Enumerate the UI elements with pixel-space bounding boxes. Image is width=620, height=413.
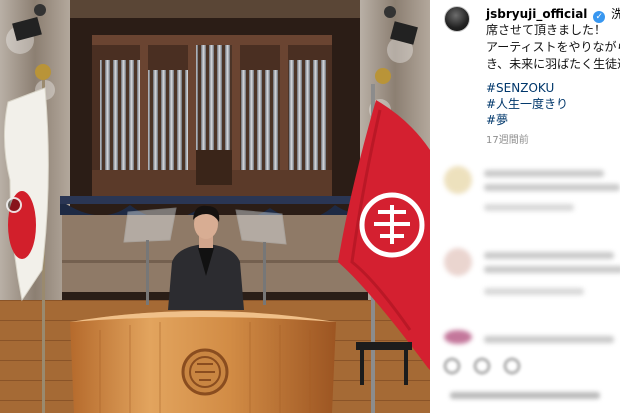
concert-hall-scene [0,0,430,413]
caption-line: き、未来に羽ばたく生徒達 [486,57,620,71]
hashtag-link[interactable]: #人生一度きり [486,96,568,112]
post-header: jsbryuji_official ✓ 洗足学園 [486,6,620,23]
likes-summary [450,392,600,399]
avatar [444,248,472,276]
username-link[interactable]: jsbryuji_official [486,7,587,21]
action-bar [444,358,620,378]
post-timestamp: 17週間前 [486,135,529,146]
comment-item [444,330,620,350]
caption-text: 席させて頂きました！ アーティストをやりながら き、未来に羽ばたく生徒達 [486,22,620,73]
hashtag-link[interactable]: #SENZOKU [486,80,568,96]
caption-line: 席させて頂きました！ [486,23,607,37]
comment-item [444,166,620,222]
avatar[interactable] [444,6,470,32]
avatar [444,330,472,344]
post-sidebar: jsbryuji_official ✓ 洗足学園 席させて頂きました！ アーティ… [430,0,620,413]
header-caption-start: 洗足学園 [611,7,620,21]
post-photo[interactable] [0,0,430,413]
hashtag-list: #SENZOKU #人生一度きり #夢 [486,80,568,128]
avatar [444,166,472,194]
comment-item [444,248,620,308]
hashtag-link[interactable]: #夢 [486,112,568,128]
caption-line: アーティストをやりながら [486,40,620,54]
share-icon[interactable] [504,358,520,374]
comment-icon[interactable] [474,358,490,374]
carousel-indicator-icon[interactable] [6,197,22,213]
heart-icon[interactable] [444,358,460,374]
